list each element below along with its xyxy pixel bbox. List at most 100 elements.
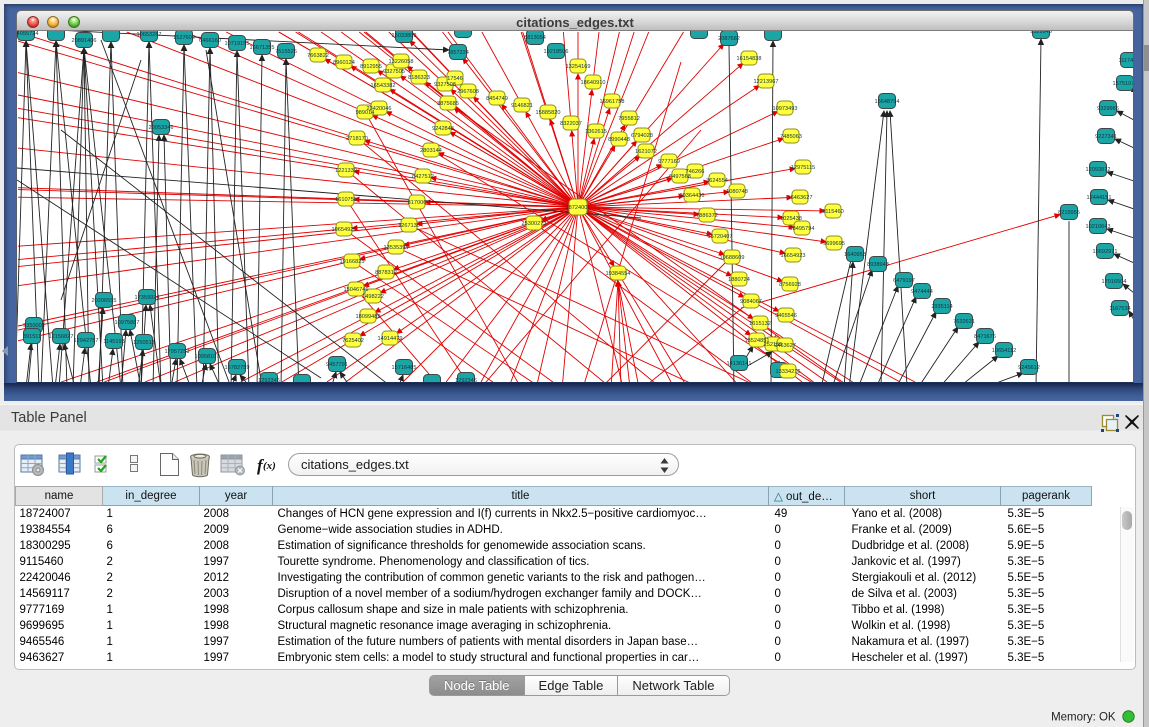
svg-text:1615132: 1615132 (749, 321, 771, 327)
svg-text:17957253: 17957253 (165, 349, 190, 355)
svg-text:9529946: 9529946 (1030, 31, 1052, 35)
svg-text:9227341: 9227341 (1095, 134, 1117, 140)
svg-text:1880724: 1880724 (728, 277, 750, 283)
svg-text:1610755: 1610755 (335, 197, 357, 203)
svg-text:7515526: 7515526 (275, 49, 297, 55)
svg-text:1145193: 1145193 (103, 339, 124, 345)
svg-text:2935114: 2935114 (931, 304, 952, 310)
svg-text:8990448: 8990448 (608, 137, 630, 143)
svg-text:817006: 817006 (408, 200, 427, 206)
svg-text:20364436: 20364436 (680, 193, 705, 199)
svg-text:9777169: 9777169 (658, 159, 680, 165)
svg-text:8813054: 8813054 (524, 35, 546, 41)
svg-text:2718170: 2718170 (346, 136, 368, 142)
svg-text:8912955: 8912955 (360, 64, 382, 70)
svg-text:15046746: 15046746 (344, 287, 369, 293)
svg-text:13226058: 13226058 (389, 59, 414, 65)
svg-text:13254169: 13254169 (566, 64, 591, 70)
svg-text:20053346: 20053346 (149, 125, 174, 131)
svg-text:19166825: 19166825 (340, 259, 365, 265)
svg-text:13334216: 13334216 (776, 369, 801, 375)
svg-text:3267130: 3267130 (398, 223, 420, 229)
svg-text:9146821: 9146821 (511, 103, 533, 109)
svg-text:9463627: 9463627 (774, 343, 796, 349)
svg-text:10688609: 10688609 (720, 255, 745, 261)
svg-text:8878312: 8878312 (375, 270, 397, 276)
svg-text:18724007: 18724007 (566, 205, 591, 211)
svg-text:23420046: 23420046 (367, 106, 392, 112)
svg-text:16782759: 16782759 (225, 365, 250, 371)
svg-text:8322037: 8322037 (560, 121, 582, 127)
svg-text:12942757: 12942757 (74, 338, 99, 344)
svg-text:1498222: 1498222 (362, 294, 384, 300)
svg-text:12975115: 12975115 (791, 165, 815, 171)
svg-text:10958107: 10958107 (195, 354, 220, 360)
svg-text:9327505: 9327505 (383, 69, 405, 75)
svg-text:16033809: 16033809 (392, 33, 417, 39)
svg-text:15716485: 15716485 (392, 365, 417, 371)
svg-text:8756928: 8756928 (779, 282, 801, 288)
svg-text:1080748: 1080748 (726, 189, 748, 195)
svg-text:9457791: 9457791 (326, 362, 348, 368)
svg-text:16154838: 16154838 (737, 56, 762, 62)
svg-text:10975887: 10975887 (115, 320, 140, 326)
svg-text:10654112: 10654112 (992, 348, 1016, 354)
svg-text:25300273: 25300273 (522, 221, 547, 227)
svg-text:1167534: 1167534 (1109, 306, 1130, 312)
svg-text:7663822: 7663822 (307, 53, 329, 59)
svg-text:18495794: 18495794 (790, 226, 815, 232)
svg-text:746266: 746266 (686, 169, 705, 175)
svg-text:16654923: 16654923 (781, 253, 806, 259)
svg-text:10719155: 10719155 (225, 41, 250, 47)
svg-text:1362615: 1362615 (585, 129, 607, 135)
svg-text:9115460: 9115460 (822, 209, 843, 215)
svg-text:391511: 391511 (23, 334, 41, 340)
svg-text:7485063: 7485063 (780, 134, 802, 140)
svg-text:9350001: 9350001 (23, 323, 45, 329)
svg-text:10653267: 10653267 (137, 32, 162, 38)
svg-text:1292346: 1292346 (258, 378, 280, 383)
svg-text:16961758: 16961758 (600, 99, 625, 105)
svg-text:8938943: 8938943 (867, 262, 889, 268)
svg-text:(x): (x) (263, 460, 276, 472)
svg-text:8427512: 8427512 (412, 174, 434, 180)
svg-text:2967608: 2967608 (457, 89, 479, 95)
svg-text:15720407: 15720407 (708, 234, 733, 240)
svg-text:2087682: 2087682 (718, 36, 740, 42)
svg-text:7857224: 7857224 (447, 50, 469, 56)
svg-text:20891406: 20891406 (72, 38, 97, 44)
svg-text:15885820: 15885820 (536, 110, 561, 116)
svg-text:14914479: 14914479 (378, 336, 403, 342)
svg-text:17016504: 17016504 (1102, 279, 1127, 285)
svg-text:15751074: 15751074 (1113, 81, 1134, 87)
svg-text:19384554: 19384554 (606, 271, 631, 277)
svg-text:1250515: 1250515 (133, 340, 155, 346)
svg-text:7955812: 7955812 (618, 116, 640, 122)
svg-text:1025438: 1025438 (780, 216, 802, 222)
svg-text:12093872: 12093872 (1086, 167, 1111, 173)
svg-text:16543382: 16543382 (371, 83, 396, 89)
svg-text:3875685: 3875685 (437, 101, 459, 107)
svg-text:19218506: 19218506 (544, 49, 569, 55)
svg-text:9465546: 9465546 (775, 313, 797, 319)
svg-text:10210643: 10210643 (1086, 224, 1111, 230)
svg-text:7632621: 7632621 (953, 319, 975, 325)
svg-text:19654923: 19654923 (332, 227, 357, 233)
svg-text:18099489: 18099489 (356, 314, 381, 320)
svg-text:1292346: 1292346 (455, 378, 477, 383)
svg-text:10973493: 10973493 (773, 106, 798, 112)
svg-text:16671355: 16671355 (250, 45, 275, 51)
svg-text:7625402: 7625402 (342, 338, 364, 344)
svg-text:16648794: 16648794 (875, 99, 900, 105)
svg-text:15692971: 15692971 (1093, 249, 1118, 255)
svg-text:8215955: 8215955 (1058, 210, 1080, 216)
svg-text:8186323: 8186323 (408, 75, 430, 81)
svg-text:1527602: 1527602 (173, 35, 195, 41)
svg-text:20206555: 20206555 (92, 298, 117, 304)
svg-text:12444151: 12444151 (1087, 195, 1112, 201)
svg-text:2803144: 2803144 (420, 148, 442, 154)
svg-text:12156827: 12156827 (49, 334, 74, 340)
svg-text:9329966: 9329966 (1097, 106, 1119, 112)
svg-text:14136141: 14136141 (727, 361, 752, 367)
svg-text:9327508: 9327508 (434, 82, 456, 88)
